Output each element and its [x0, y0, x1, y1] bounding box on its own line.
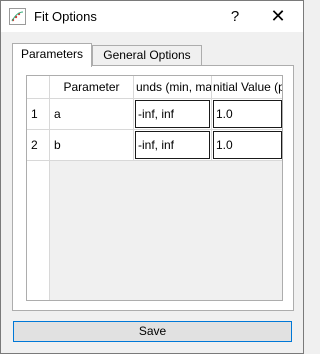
initial-value-cell[interactable]: 1.0 — [212, 130, 282, 161]
column-header-bounds[interactable]: unds (min, ma — [134, 76, 212, 99]
table-corner[interactable] — [27, 76, 50, 99]
column-header-bounds-label: unds (min, ma — [136, 80, 212, 94]
row-header-2[interactable]: 2 — [27, 130, 50, 161]
bounds-cell[interactable]: -inf, inf — [134, 99, 212, 130]
tab-general-options[interactable]: General Options — [92, 45, 202, 66]
bounds-input[interactable]: -inf, inf — [135, 131, 210, 159]
tab-parameters[interactable]: Parameters — [12, 43, 92, 67]
fit-options-window: Fit Options ? ✕ Parameters General Optio… — [0, 0, 304, 354]
parameter-name-cell[interactable]: a — [50, 99, 134, 130]
row-header-1[interactable]: 1 — [27, 99, 50, 130]
bounds-input[interactable]: -inf, inf — [135, 100, 210, 128]
parameters-panel: Parameter unds (min, ma nitial Value (p0… — [12, 65, 294, 311]
initial-value-input[interactable]: 1.0 — [213, 131, 282, 159]
column-header-initial-value-label: nitial Value (p0 — [213, 80, 282, 94]
column-header-initial-value[interactable]: nitial Value (p0 — [212, 76, 282, 99]
initial-value-input[interactable]: 1.0 — [213, 100, 282, 128]
parameter-name-cell[interactable]: b — [50, 130, 134, 161]
save-button[interactable]: Save — [13, 321, 292, 342]
initial-value-cell[interactable]: 1.0 — [212, 99, 282, 130]
close-button[interactable]: ✕ — [265, 5, 291, 29]
column-header-parameter[interactable]: Parameter — [50, 76, 134, 99]
row-header-gutter — [27, 161, 50, 300]
chart-icon — [9, 8, 26, 25]
help-button[interactable]: ? — [223, 5, 247, 29]
window-title: Fit Options — [34, 9, 97, 24]
title-bar: Fit Options ? ✕ — [1, 1, 303, 32]
bounds-cell[interactable]: -inf, inf — [134, 130, 212, 161]
parameters-table: Parameter unds (min, ma nitial Value (p0… — [26, 75, 283, 301]
